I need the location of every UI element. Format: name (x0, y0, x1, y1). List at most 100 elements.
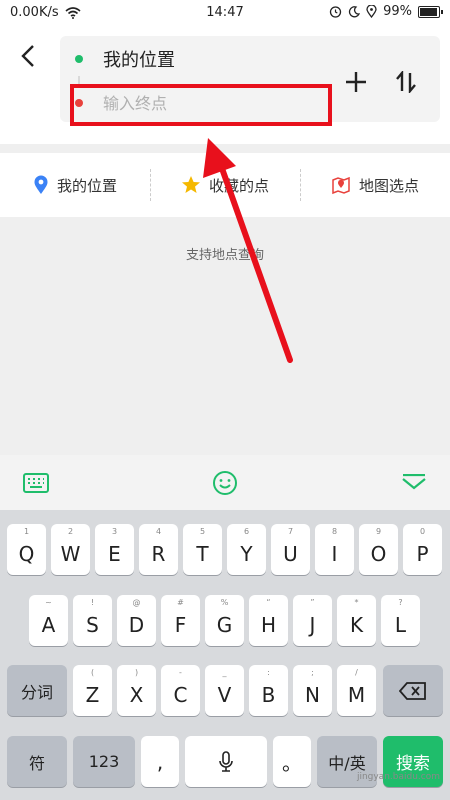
key-secondary-label: 3 (111, 527, 118, 536)
key-j[interactable]: ” J (293, 595, 332, 646)
emoji-button[interactable] (209, 467, 241, 499)
key-secondary-label: / (355, 668, 358, 677)
key-secondary-label: ! (90, 598, 95, 607)
space-key[interactable] (185, 736, 267, 787)
key-label: 。 (282, 751, 302, 775)
key-c[interactable]: -C (161, 665, 200, 716)
key-r[interactable]: 4R (139, 524, 178, 575)
key-label: J (309, 612, 316, 637)
backspace-icon (399, 681, 426, 700)
key-secondary-label: ; (311, 668, 314, 677)
key-label: B (261, 682, 276, 707)
key-secondary-label: - (179, 668, 182, 677)
key-v[interactable]: _ V (205, 665, 244, 716)
key-s[interactable]: ! S (73, 595, 112, 646)
key-b[interactable]: :B (249, 665, 288, 716)
key-label: P (416, 541, 429, 566)
key-e[interactable]: 3E (95, 524, 134, 575)
key-f[interactable]: # F (161, 595, 200, 646)
key-secondary-label: ? (398, 598, 403, 607)
key-secondary-label: 1 (23, 527, 30, 536)
key-label: Y (240, 541, 253, 566)
key-label: W (60, 541, 81, 566)
key-label: N (305, 682, 320, 707)
key-label: 123 (88, 752, 120, 771)
key-label: H (260, 612, 277, 637)
key-label: 中/英 (328, 753, 366, 773)
key-label: K (349, 612, 364, 637)
key-w[interactable]: 2W (51, 524, 90, 575)
key-d[interactable]: @ D (117, 595, 156, 646)
key-label: M (347, 682, 366, 707)
watermark: jingyan.baidu.com (356, 772, 440, 782)
key-label: A (41, 612, 56, 637)
key-label: L (394, 612, 407, 637)
key-label: O (370, 541, 387, 566)
key-secondary-label: 8 (331, 527, 338, 536)
key-label: F (174, 612, 187, 637)
key-label: 分词 (20, 682, 53, 702)
key-k[interactable]: * K (337, 595, 376, 646)
key-label: E (108, 541, 121, 566)
key-secondary-label: 7 (287, 527, 294, 536)
key-label: U (283, 541, 298, 566)
key-label: 符 (28, 753, 45, 773)
number-key[interactable]: 123 (73, 736, 135, 787)
key-label: , (156, 749, 164, 774)
key-label: 搜索 (396, 754, 430, 774)
key-m[interactable]: / M (337, 665, 376, 716)
key-h[interactable]: “H (249, 595, 288, 646)
key-x[interactable]: ) X (117, 665, 156, 716)
key-secondary-label: * (354, 598, 359, 607)
key-u[interactable]: 7U (271, 524, 310, 575)
segment-key[interactable]: 分词 (7, 665, 67, 716)
key-a[interactable]: ~ A (29, 595, 68, 646)
smiley-icon (213, 471, 237, 495)
key-label: D (128, 612, 145, 637)
symbol-key[interactable]: 符 (7, 736, 67, 787)
key-label: Z (85, 682, 100, 707)
keyboard-icon (23, 473, 49, 493)
key-label: I (331, 541, 338, 566)
key-secondary-label: ( (90, 668, 95, 677)
hide-keyboard-button[interactable] (398, 467, 430, 499)
key-t[interactable]: 5T (183, 524, 222, 575)
key-label: C (173, 682, 188, 707)
key-label: T (196, 541, 209, 566)
key-label: V (217, 682, 232, 707)
key-l[interactable]: ? L (381, 595, 420, 646)
key-label: X (129, 682, 144, 707)
key-g[interactable]: % G (205, 595, 244, 646)
key-q[interactable]: 1Q (7, 524, 46, 575)
key-label: G (216, 612, 233, 637)
key-secondary-label: ) (134, 668, 139, 677)
key-label: Q (18, 541, 35, 566)
key-y[interactable]: 6Y (227, 524, 266, 575)
keyboard-toolbar (0, 455, 450, 510)
key-label: S (86, 612, 99, 637)
key-secondary-label: : (267, 668, 270, 677)
key-i[interactable]: 8I (315, 524, 354, 575)
chevron-down-icon (402, 474, 426, 490)
key-label: R (151, 541, 166, 566)
period-key[interactable]: 。 (273, 736, 311, 787)
key-o[interactable]: 9O (359, 524, 398, 575)
backspace-key[interactable] (383, 665, 443, 716)
key-n[interactable]: ; N (293, 665, 332, 716)
key-secondary-label: % (220, 598, 229, 607)
key-secondary-label: ~ (45, 598, 52, 607)
key-z[interactable]: (Z (73, 665, 112, 716)
key-secondary-label: 9 (375, 527, 382, 536)
key-secondary-label: 5 (199, 527, 206, 536)
keyboard-switch-button[interactable] (20, 467, 52, 499)
key-secondary-label: @ (132, 598, 141, 607)
key-secondary-label: # (177, 598, 184, 607)
microphone-icon (219, 750, 233, 772)
key-secondary-label: 0 (419, 527, 426, 536)
key-secondary-label: “ (266, 598, 271, 607)
key-secondary-label: 6 (243, 527, 250, 536)
key-secondary-label: 4 (155, 527, 162, 536)
key-p[interactable]: 0P (403, 524, 442, 575)
key-secondary-label: _ (222, 668, 227, 677)
comma-key[interactable]: , (141, 736, 179, 787)
